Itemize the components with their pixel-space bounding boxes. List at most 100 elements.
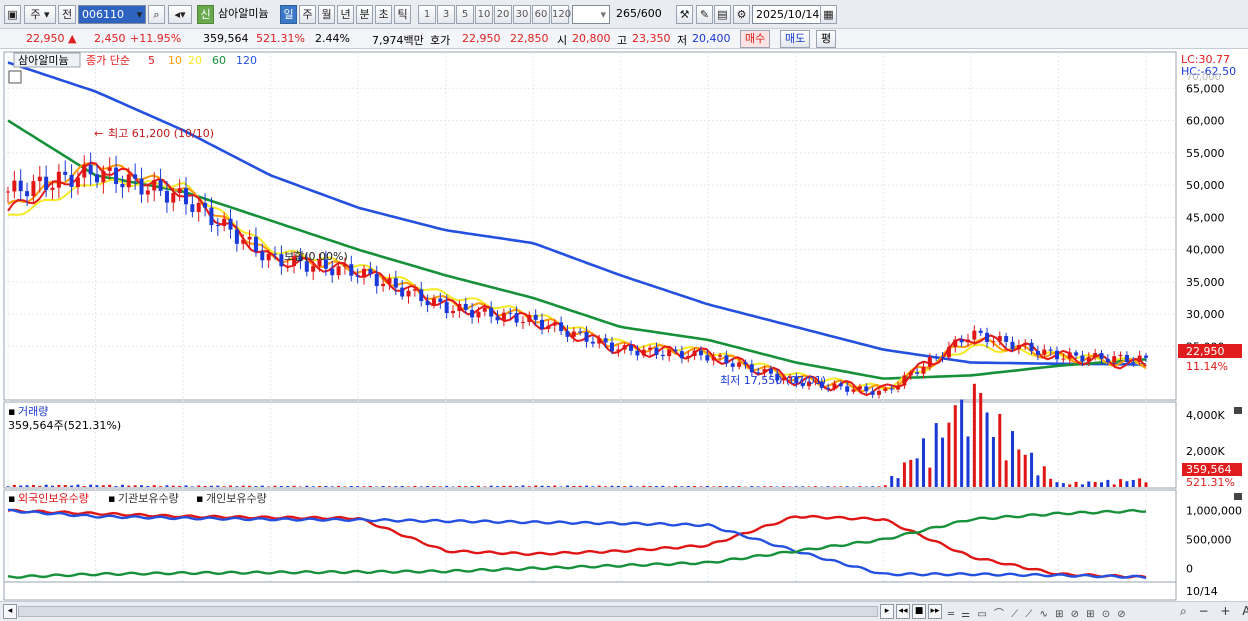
sell-button[interactable]: 매도 xyxy=(780,30,811,48)
interval-button[interactable]: 30 xyxy=(513,5,531,24)
volume-panel-close-icon[interactable] xyxy=(1234,407,1242,414)
candle-body xyxy=(50,187,55,190)
timeframe-button[interactable]: 일 xyxy=(280,5,297,24)
stock-chart[interactable]: 65,000 60,000 55,000 50,000 45,000 40,000 35,0… xyxy=(0,50,1248,602)
volume-bar xyxy=(222,486,226,487)
count-select[interactable]: ▾ xyxy=(572,5,610,24)
table-toggle-icon[interactable] xyxy=(8,70,22,84)
volume-bar xyxy=(826,486,830,487)
volume-bar xyxy=(178,485,182,487)
volume-bar xyxy=(12,484,16,487)
draw-tool-icon[interactable]: ✎ xyxy=(696,5,713,24)
period-type-select[interactable]: 주 ▾ xyxy=(24,5,56,24)
candle-body xyxy=(641,349,646,356)
candle-body xyxy=(152,180,157,191)
interval-button[interactable]: 120 xyxy=(551,5,571,24)
interval-button[interactable]: 60 xyxy=(532,5,550,24)
code-dropdown-icon[interactable]: ▾ xyxy=(131,6,148,23)
candle-body xyxy=(1054,350,1059,360)
interval-button[interactable]: 5 xyxy=(456,5,474,24)
holding-legend-bullet: ▪ xyxy=(196,492,203,505)
zoom-controls[interactable]: ⌕ − + A xyxy=(1180,604,1248,619)
count-dropdown-icon: ▾ xyxy=(600,8,606,21)
current-price: 22,950 xyxy=(26,32,65,45)
volume-bar xyxy=(114,486,118,487)
holding-legend-item: 외국인보유수량 xyxy=(18,492,89,505)
volume-bar xyxy=(140,485,144,487)
drawing-tools[interactable]: ═ ⚌ ▭ ⌒ ⟋ ⟋ ∿ ⊞ ⊘ ⊞ ⊙ ⊘ xyxy=(948,605,1168,620)
buy-button[interactable]: 매수 xyxy=(740,30,771,48)
candle-body xyxy=(520,321,525,323)
timeframe-button[interactable]: 월 xyxy=(318,5,335,24)
timeframe-button[interactable]: 틱 xyxy=(394,5,411,24)
candle-body xyxy=(101,170,106,183)
stop-icon[interactable]: ■ xyxy=(912,604,926,619)
calendar-icon[interactable]: ▦ xyxy=(820,5,837,24)
volume-bar xyxy=(203,485,207,487)
candle-body xyxy=(145,190,150,195)
volume-bar xyxy=(407,486,411,487)
candle-body xyxy=(540,319,545,329)
interval-button[interactable]: 3 xyxy=(437,5,455,24)
candle-body xyxy=(953,339,958,348)
volume-bar xyxy=(674,485,678,487)
candle-body xyxy=(1124,354,1129,362)
timeframe-button[interactable]: 초 xyxy=(375,5,392,24)
timeframe-button[interactable]: 년 xyxy=(337,5,354,24)
indicator-icon[interactable]: ⚒ xyxy=(676,5,693,24)
scroll-left-icon[interactable]: ◂ xyxy=(3,604,17,619)
date-input[interactable]: 2025/10/14 xyxy=(752,5,822,24)
volume-y-tick: 2,000K xyxy=(1186,445,1225,458)
volume-bar xyxy=(1055,482,1059,487)
candle-body xyxy=(184,188,189,205)
candle-body xyxy=(349,264,354,276)
interval-button[interactable]: 1 xyxy=(418,5,436,24)
settings-icon[interactable]: ⚙ xyxy=(733,5,750,24)
timeframe-button[interactable]: 분 xyxy=(356,5,373,24)
holding-panel-close-icon[interactable] xyxy=(1234,493,1242,500)
volume-bar xyxy=(120,484,124,487)
candle-body xyxy=(342,264,347,267)
scroll-right-icon[interactable]: ▸ xyxy=(880,604,894,619)
speaker-icon[interactable]: ◂▾ xyxy=(168,5,192,24)
candle-body xyxy=(393,278,398,288)
volume-bar xyxy=(642,485,646,487)
period-type-label: 주 xyxy=(30,8,41,21)
save-icon[interactable]: ▤ xyxy=(714,5,731,24)
holding-legend-item: 개인보유수량 xyxy=(206,492,267,505)
volume-bar xyxy=(623,486,627,487)
volume-bar xyxy=(718,486,722,487)
fast-forward-icon[interactable]: ▸▸ xyxy=(928,604,942,619)
volume-bar xyxy=(57,484,61,487)
timeframe-button[interactable]: 주 xyxy=(299,5,316,24)
candle-body xyxy=(978,330,983,333)
search-icon[interactable]: ⌕ xyxy=(148,5,165,24)
volume-bar xyxy=(362,486,366,487)
volume-bar xyxy=(1125,481,1129,487)
horizontal-scrollbar[interactable] xyxy=(18,606,878,617)
volume-bar xyxy=(254,486,258,487)
volume-bar xyxy=(934,423,938,487)
rewind-icon[interactable]: ◂◂ xyxy=(896,604,910,619)
eval-button[interactable]: 평 xyxy=(816,30,837,48)
candle-body xyxy=(215,225,220,227)
volume-bar xyxy=(801,486,805,487)
prev-button[interactable]: 전 xyxy=(58,5,76,24)
candle-body xyxy=(718,355,723,357)
volume-bar xyxy=(279,486,283,487)
interval-button[interactable]: 20 xyxy=(494,5,512,24)
layout-icon[interactable]: ▣ xyxy=(4,5,21,24)
volume-bar xyxy=(95,485,99,487)
candle-body xyxy=(374,273,379,287)
candle-body xyxy=(260,251,265,261)
interval-button[interactable]: 10 xyxy=(475,5,493,24)
volume-bar xyxy=(432,486,436,487)
candle-body xyxy=(355,275,360,277)
candle-body xyxy=(559,322,564,332)
volume-bar xyxy=(635,486,639,487)
chart-area[interactable]: 65,000 60,000 55,000 50,000 45,000 40,000 35,0… xyxy=(0,50,1248,602)
candle-body xyxy=(241,239,246,244)
candle-body xyxy=(629,345,634,351)
candle-body xyxy=(959,339,964,343)
candle-body xyxy=(915,372,920,374)
